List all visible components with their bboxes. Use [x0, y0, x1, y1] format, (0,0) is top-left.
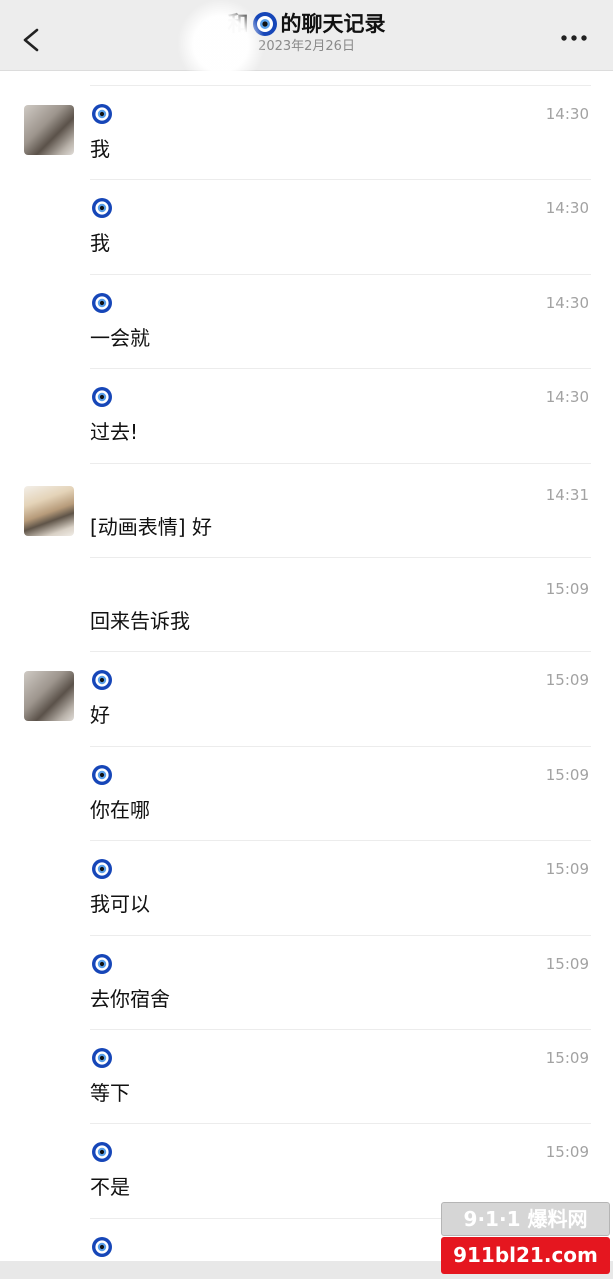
- chat-date: 2023年2月26日: [258, 39, 355, 54]
- message-divider: [90, 651, 591, 653]
- sender-name-evil-eye-icon: [91, 1141, 113, 1163]
- chat-history-header: 和 的聊天记录 2023年2月26日: [0, 0, 613, 71]
- message-text: 你在哪: [90, 797, 150, 822]
- message-item[interactable]: 14:30 过去!: [0, 370, 613, 464]
- sender-name-evil-eye-icon: [91, 197, 113, 219]
- message-time: 15:09: [545, 1143, 589, 1162]
- sender-name-evil-eye-icon: [91, 764, 113, 786]
- message-time: 14:30: [545, 199, 589, 218]
- message-item[interactable]: 15:09 去你宿舍: [0, 937, 613, 1031]
- message-text: 等下: [90, 1081, 130, 1105]
- sender-avatar[interactable]: [24, 105, 74, 155]
- message-divider: [90, 179, 591, 181]
- message-text: 我可以: [90, 892, 150, 917]
- message-item[interactable]: 14:30 一会就: [0, 276, 613, 370]
- message-text: 去你宿舍: [90, 986, 170, 1011]
- header-title-block: 和 的聊天记录 2023年2月26日: [0, 10, 613, 56]
- sender-avatar[interactable]: [24, 485, 74, 536]
- message-time: 15:09: [545, 1049, 589, 1067]
- message-item[interactable]: 14:30 我: [0, 87, 613, 181]
- message-divider: [90, 273, 591, 275]
- sender-name-evil-eye-icon: [91, 103, 113, 125]
- message-item[interactable]: 14:31 [动画表情] 好: [0, 465, 613, 559]
- sender-name-evil-eye-icon: [91, 669, 113, 691]
- message-text: 好: [90, 703, 110, 728]
- sender-avatar[interactable]: [24, 671, 74, 722]
- message-text: 回来告诉我: [90, 609, 190, 633]
- sender-name-evil-eye-icon: [91, 1047, 113, 1069]
- message-divider: [90, 1123, 591, 1125]
- message-item[interactable]: 15:09 我可以: [0, 842, 613, 936]
- message-text: 一会就: [90, 325, 150, 350]
- message-time: 15:09: [545, 954, 589, 973]
- message-time: 14:31: [545, 485, 589, 504]
- message-divider: [90, 934, 591, 936]
- sender-name-evil-eye-icon: [91, 858, 113, 880]
- message-time: 14:30: [545, 293, 589, 312]
- message-list[interactable]: 14:30 我 14:30 我 14:30 一会就 14:30 过去! 14:31 [动画表情] …: [0, 71, 613, 1261]
- message-item[interactable]: 15:09 等下: [0, 1031, 613, 1125]
- message-time: 15:09: [545, 765, 589, 784]
- message-time: 15:09: [545, 860, 589, 879]
- title-suffix: 的聊天记录: [280, 12, 386, 36]
- sender-name-evil-eye-icon: [91, 1236, 113, 1258]
- message-divider: [90, 85, 591, 86]
- sender-name-evil-eye-icon: [91, 292, 113, 314]
- message-time: 15:09: [545, 580, 589, 598]
- message-text: 我: [90, 137, 110, 161]
- message-time: 14:30: [545, 105, 589, 123]
- message-divider: [90, 1029, 591, 1030]
- sender-name-evil-eye-icon: [91, 953, 113, 975]
- message-item[interactable]: 15:09 你在哪: [0, 748, 613, 842]
- message-text: 不是: [90, 1175, 130, 1200]
- message-time: 15:09: [545, 671, 589, 690]
- message-item[interactable]: 14:30 我: [0, 181, 613, 275]
- message-divider: [90, 368, 591, 370]
- message-item[interactable]: 15:09 好: [0, 653, 613, 747]
- watermark-url: 911bl21.com: [441, 1237, 610, 1274]
- watermark-logo: 9·1·1 爆料网: [441, 1202, 610, 1236]
- message-time: 14:30: [545, 388, 589, 407]
- message-divider: [90, 840, 591, 842]
- message-text: [动画表情] 好: [90, 514, 212, 539]
- message-divider: [90, 745, 591, 747]
- message-divider: [90, 462, 591, 464]
- sender-name-evil-eye-icon: [91, 386, 113, 408]
- more-options-icon[interactable]: [557, 24, 591, 52]
- message-divider: [90, 557, 591, 558]
- message-item[interactable]: 15:09 回来告诉我: [0, 559, 613, 653]
- message-text: 我: [90, 231, 110, 256]
- message-text: 过去!: [90, 420, 139, 445]
